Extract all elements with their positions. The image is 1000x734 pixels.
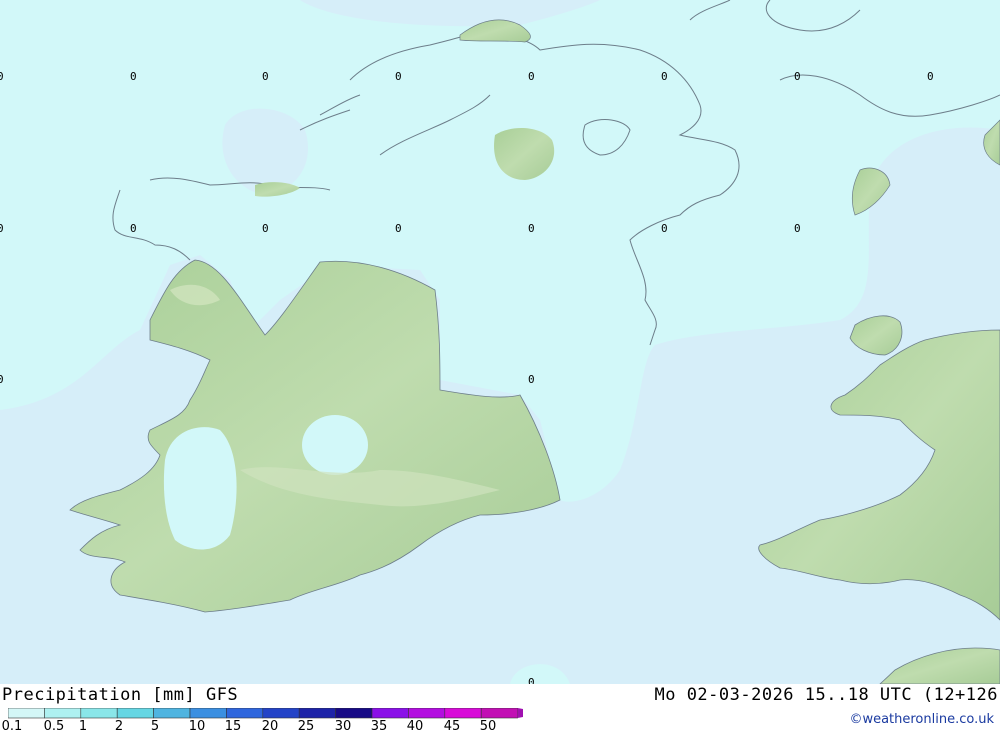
- scale-tick: 10: [188, 719, 206, 734]
- grid-label: 0: [794, 70, 801, 83]
- grid-label: 0: [661, 222, 668, 235]
- scale-swatch: [116, 708, 154, 719]
- grid-label: 0: [262, 70, 269, 83]
- grid-label: 0: [0, 70, 4, 83]
- scale-tick: 50: [479, 719, 497, 734]
- grid-label: 0: [0, 222, 4, 235]
- grid-label: 0: [794, 222, 801, 235]
- grid-label: 0: [528, 70, 535, 83]
- grid-label: 0: [130, 222, 137, 235]
- scale-tick: 40: [406, 719, 424, 734]
- scale-swatch: [8, 708, 45, 719]
- grid-label: 0: [927, 70, 934, 83]
- grid-label: 0: [528, 676, 535, 684]
- legend-panel: Precipitation [mm] GFS Mo 02-03-2026 15.…: [0, 684, 1000, 734]
- scale-tick: 5: [150, 719, 160, 734]
- valid-time: Mo 02-03-2026 15..18 UTC (12+126: [654, 685, 998, 705]
- grid-label: 0: [395, 70, 402, 83]
- grid-label: 0: [130, 70, 137, 83]
- scale-swatch: [480, 708, 518, 719]
- dry-hole-southwest: [163, 427, 237, 550]
- scale-swatch: [408, 708, 446, 719]
- scale-tick: 2: [114, 719, 124, 734]
- credit-link[interactable]: ©weatheronline.co.uk: [849, 712, 994, 727]
- grid-label: 0: [0, 373, 4, 386]
- dry-hole-east: [302, 415, 368, 475]
- grid-label: 0: [262, 222, 269, 235]
- scale-tick: 0.1: [1, 719, 23, 734]
- scale-swatch: [44, 708, 82, 719]
- scale-swatch: [80, 708, 118, 719]
- scale-swatch: [226, 708, 264, 719]
- scale-swatch: [298, 708, 336, 719]
- scale-tick: 35: [370, 719, 388, 734]
- scale-swatch: [262, 708, 300, 719]
- scale-tick: 1: [78, 719, 88, 734]
- scale-tick: 45: [443, 719, 461, 734]
- grid-label: 0: [395, 222, 402, 235]
- scale-arrow: [517, 708, 523, 718]
- scale-tick: 30: [334, 719, 352, 734]
- grid-label: 0: [661, 70, 668, 83]
- scale-swatch: [189, 708, 227, 719]
- scale-swatch: [335, 708, 373, 719]
- color-scale-ticks: 0.1 0.5 1 2 5 10 15 20 25 30 35 40 45 50: [0, 719, 520, 734]
- scale-swatch: [444, 708, 482, 719]
- scale-swatch: [153, 708, 191, 719]
- scale-tick: 15: [224, 719, 242, 734]
- legend-title: Precipitation [mm] GFS: [2, 685, 239, 705]
- scale-tick: 25: [297, 719, 315, 734]
- precipitation-map: 0 0 0 0 0 0 0 0 0 0 0 0 0 0 0 0 0 0: [0, 0, 1000, 684]
- grid-label: 0: [528, 373, 535, 386]
- scale-tick: 20: [261, 719, 279, 734]
- scale-tick: 0.5: [43, 719, 65, 734]
- grid-label: 0: [528, 222, 535, 235]
- scale-swatch: [371, 708, 409, 719]
